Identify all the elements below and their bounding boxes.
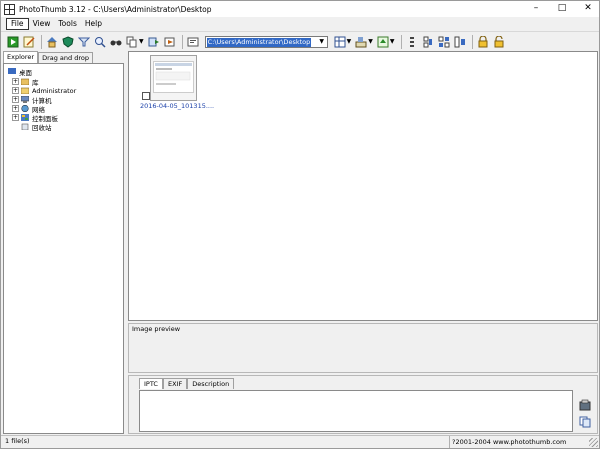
tree-item-label: 库 <box>32 78 39 87</box>
rotate-right-icon[interactable] <box>422 36 434 48</box>
copyright-text: ?2001-2004 www.photothumb.com <box>449 436 566 448</box>
save-metadata-icon[interactable] <box>579 399 591 411</box>
chevron-down-icon[interactable]: ▼ <box>317 37 327 47</box>
tab-explorer[interactable]: Explorer <box>3 51 39 63</box>
left-panel: Explorer Drag and drop 桌面 + 库 + Administ… <box>3 51 124 434</box>
close-button[interactable]: ✕ <box>581 2 595 15</box>
title-bar: PhotoThumb 3.12 - C:\Users\Administrator… <box>1 1 599 17</box>
status-bar: 1 file(s) ?2001-2004 www.photothumb.com <box>1 435 599 448</box>
left-tabs: Explorer Drag and drop <box>3 51 124 63</box>
user-icon <box>20 87 30 95</box>
tab-description[interactable]: Description <box>187 378 235 389</box>
resize-grip-icon[interactable] <box>589 438 598 447</box>
menu-file[interactable]: File <box>6 17 29 30</box>
library-icon <box>20 78 30 86</box>
control-panel-icon <box>21 114 29 121</box>
toolbar-separator <box>400 34 402 49</box>
thumbnail-checkbox[interactable] <box>142 92 150 100</box>
edit-icon[interactable] <box>23 36 35 48</box>
expand-icon[interactable]: + <box>12 87 19 94</box>
path-view-icon[interactable] <box>187 36 199 48</box>
home-icon[interactable] <box>46 36 58 48</box>
menu-tools[interactable]: Tools <box>54 18 80 30</box>
toolbar: ▼ C:\Users\Administrator\Desktop ▼ ▼ ▼ ▼ <box>1 31 599 51</box>
chevron-down-icon[interactable]: ▼ <box>368 38 373 45</box>
file-count: 1 file(s) <box>5 437 30 445</box>
thumbnail-pane: 2016-04-05_101315.... <box>128 51 598 321</box>
open-icon[interactable] <box>164 36 176 48</box>
chevron-down-icon[interactable]: ▼ <box>347 38 352 45</box>
expand-icon[interactable]: + <box>12 78 19 85</box>
window-title: PhotoThumb 3.12 - C:\Users\Administrator… <box>19 4 212 14</box>
network-icon <box>21 104 29 113</box>
toolbar-separator <box>41 34 42 49</box>
expand-icon[interactable]: + <box>12 105 19 112</box>
tree-item-label: 回收站 <box>32 123 52 132</box>
zoom-icon[interactable] <box>94 36 106 48</box>
tree-item-label: 桌面 <box>19 66 32 77</box>
tab-iptc[interactable]: IPTC <box>139 378 163 389</box>
metadata-tabs: IPTC EXIF Description <box>139 378 235 389</box>
run-icon[interactable] <box>7 36 19 48</box>
menu-help[interactable]: Help <box>81 18 106 30</box>
grid-icon[interactable] <box>438 36 450 48</box>
rotate-left-icon[interactable] <box>406 36 418 48</box>
folder-tree: 桌面 + 库 + Administrator + 计算机 + 网络 + 控制面板… <box>3 63 124 434</box>
expand-icon[interactable]: + <box>12 114 19 121</box>
filter-icon[interactable] <box>77 36 91 48</box>
maximize-button[interactable]: □ <box>555 2 569 15</box>
image-preview-title: Image preview <box>132 325 181 333</box>
image-preview-panel: Image preview <box>128 323 598 373</box>
menu-bar: File View Tools Help <box>1 17 599 30</box>
app-window: PhotoThumb 3.12 - C:\Users\Administrator… <box>0 0 600 449</box>
desktop-icon <box>8 68 16 75</box>
tree-item-recycle-bin[interactable]: 回收站 <box>21 122 52 132</box>
metadata-text-area[interactable] <box>139 390 573 432</box>
menu-view[interactable]: View <box>29 18 55 30</box>
export-icon[interactable] <box>377 36 389 48</box>
app-icon <box>4 3 15 15</box>
window-controls: – □ ✕ <box>529 2 595 15</box>
toolbar-separator <box>181 34 183 49</box>
sort-icon[interactable] <box>355 36 367 48</box>
copy-icon[interactable] <box>126 36 138 48</box>
thumbnail-filename[interactable]: 2016-04-05_101315.... <box>140 102 214 110</box>
computer-icon <box>20 95 30 103</box>
move-icon[interactable] <box>148 36 160 48</box>
thumbnail-image <box>153 61 194 93</box>
tree-item-label: Administrator <box>32 86 77 95</box>
minimize-button[interactable]: – <box>529 2 543 15</box>
copy-metadata-icon[interactable] <box>579 416 591 428</box>
path-combobox[interactable]: C:\Users\Administrator\Desktop ▼ <box>204 35 328 48</box>
thumbnail[interactable] <box>150 55 197 101</box>
expand-icon[interactable]: + <box>12 96 19 103</box>
shield-icon[interactable] <box>62 35 74 48</box>
tree-item-library[interactable]: + 库 <box>12 77 39 87</box>
chevron-down-icon[interactable]: ▼ <box>390 38 395 45</box>
metadata-panel: IPTC EXIF Description <box>128 375 598 434</box>
chevron-down-icon[interactable]: ▼ <box>139 38 144 45</box>
glasses-icon[interactable] <box>110 36 122 48</box>
flip-icon[interactable] <box>454 36 466 48</box>
unlock-icon[interactable] <box>493 34 505 48</box>
path-value[interactable]: C:\Users\Administrator\Desktop <box>206 37 312 47</box>
toolbar-separator <box>471 34 473 49</box>
lock-icon[interactable] <box>477 34 489 48</box>
tab-drag-and-drop[interactable]: Drag and drop <box>38 52 93 63</box>
view-mode-icon[interactable] <box>334 36 346 48</box>
tab-exif[interactable]: EXIF <box>162 378 188 389</box>
tree-item-desktop[interactable]: 桌面 <box>8 66 32 77</box>
recycle-bin-icon <box>21 123 29 131</box>
